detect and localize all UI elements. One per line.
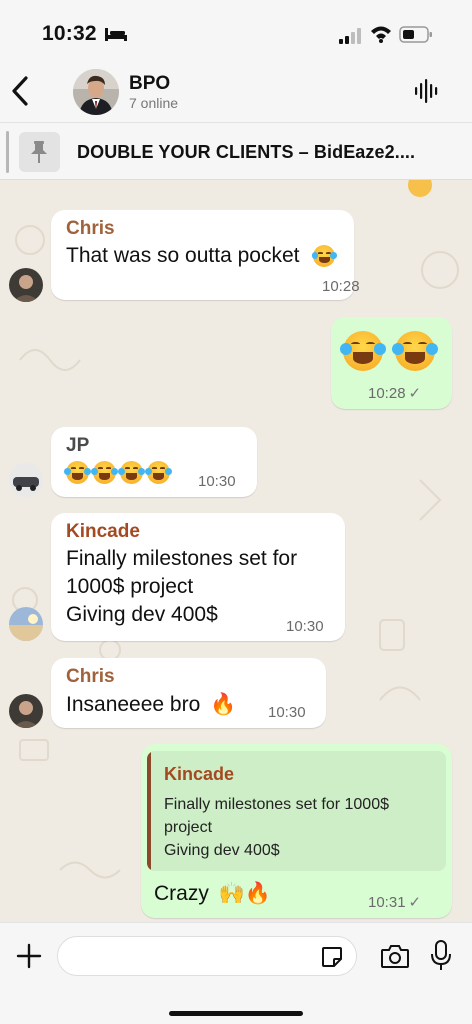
message-line: Giving dev 400$ <box>66 603 218 626</box>
laughing-tears-emoji <box>339 331 387 371</box>
sender-avatar-chris[interactable] <box>9 694 43 728</box>
mic-icon[interactable] <box>430 940 452 972</box>
message-time: 10:30 <box>198 473 236 490</box>
message-time: 10:31 ✓ <box>368 893 421 911</box>
wifi-icon <box>371 26 391 43</box>
message-bubble[interactable]: JP 10:30 <box>51 427 257 497</box>
laughing-tears-emoji <box>311 245 338 268</box>
pin-icon-box <box>19 132 60 172</box>
message-text-content: Insaneeee bro <box>66 693 201 716</box>
quoted-line: Finally milestones set for 1000$ <box>164 796 389 813</box>
home-indicator <box>169 1011 303 1016</box>
voice-chat-icon[interactable] <box>412 76 442 106</box>
sent-check-icon: ✓ <box>408 894 422 911</box>
message-text: Insaneeee bro 🔥 <box>66 690 236 719</box>
group-avatar[interactable] <box>73 69 119 115</box>
back-icon[interactable] <box>8 72 34 110</box>
message-line: 1000$ project <box>66 575 194 598</box>
laughing-tears-emoji <box>91 461 118 484</box>
laughing-tears-emoji <box>391 331 439 371</box>
message-time: 10:30 <box>268 704 306 721</box>
sticker-icon[interactable] <box>320 945 344 969</box>
fire-emoji: 🔥 <box>244 881 271 905</box>
message-text-content: That was so outta pocket <box>66 244 300 267</box>
message-time: 10:30 <box>286 618 324 635</box>
message-sender: Chris <box>66 218 115 239</box>
raised-hands-emoji: 🙌 <box>218 881 245 905</box>
quote-accent-bar <box>147 751 151 871</box>
message-time-text: 10:31 <box>368 894 406 911</box>
laughing-tears-emoji <box>118 461 145 484</box>
battery-icon <box>399 26 432 43</box>
message-time-text: 10:28 <box>368 385 406 402</box>
message-bubble[interactable]: Chris That was so outta pocket 10:28 <box>51 210 360 300</box>
message-sender: JP <box>66 435 90 456</box>
status-bar: 10:32 <box>0 0 472 62</box>
bed-icon <box>105 28 127 41</box>
pin-icon <box>31 141 47 163</box>
message-input[interactable] <box>57 936 357 976</box>
sender-avatar-kincade[interactable] <box>9 607 43 641</box>
input-bar <box>0 922 472 1024</box>
message-text-content: Crazy <box>154 882 209 905</box>
quoted-line: Giving dev 400$ <box>164 842 280 859</box>
pinned-message-text: DOUBLE YOUR CLIENTS – BidEaze2.... <box>77 142 416 162</box>
message-time: 10:28 ✓ <box>368 384 421 402</box>
pin-accent-bar <box>6 131 9 173</box>
sent-check-icon: ✓ <box>408 385 422 402</box>
message-bubble-outgoing[interactable]: 10:28 ✓ <box>331 317 452 409</box>
camera-icon[interactable] <box>380 943 410 969</box>
message-time: 10:28 <box>322 278 360 295</box>
message-bubble-outgoing[interactable]: Kincade Finally milestones set for 1000$… <box>141 744 452 918</box>
sender-avatar-chris[interactable] <box>9 268 43 302</box>
pinned-message-bar[interactable]: DOUBLE YOUR CLIENTS – BidEaze2.... <box>0 122 472 180</box>
quoted-text: Finally milestones set for 1000$ project… <box>164 793 444 862</box>
quoted-line: project <box>164 819 213 836</box>
message-line: Finally milestones set for <box>66 547 298 570</box>
laughing-tears-emoji <box>64 461 91 484</box>
message-sender: Kincade <box>66 521 140 542</box>
chat-subtitle: 7 online <box>129 95 179 111</box>
message-bubble[interactable]: Kincade Finally milestones set for 1000$… <box>51 513 345 641</box>
status-time: 10:32 <box>42 22 97 45</box>
sender-avatar-jp[interactable] <box>9 463 43 497</box>
message-text: Finally milestones set for 1000$ project… <box>66 545 297 629</box>
signal-icon <box>339 28 361 44</box>
chat-header: BPO 7 online <box>0 62 472 122</box>
message-text: That was so outta pocket <box>66 242 338 270</box>
plus-icon[interactable] <box>16 943 42 969</box>
quoted-sender: Kincade <box>164 764 235 784</box>
message-sender: Chris <box>66 666 115 687</box>
fire-emoji: 🔥 <box>210 692 237 716</box>
laughing-tears-emoji <box>145 461 172 484</box>
emoji-row <box>64 461 172 484</box>
message-bubble[interactable]: Chris Insaneeee bro 🔥 10:30 <box>51 658 326 728</box>
chat-title[interactable]: BPO <box>129 73 170 95</box>
quoted-message[interactable]: Kincade Finally milestones set for 1000$… <box>147 751 446 871</box>
chat-area[interactable]: Chris That was so outta pocket 10:28 10:… <box>0 180 472 922</box>
message-text: Crazy 🙌🔥 <box>154 879 271 908</box>
